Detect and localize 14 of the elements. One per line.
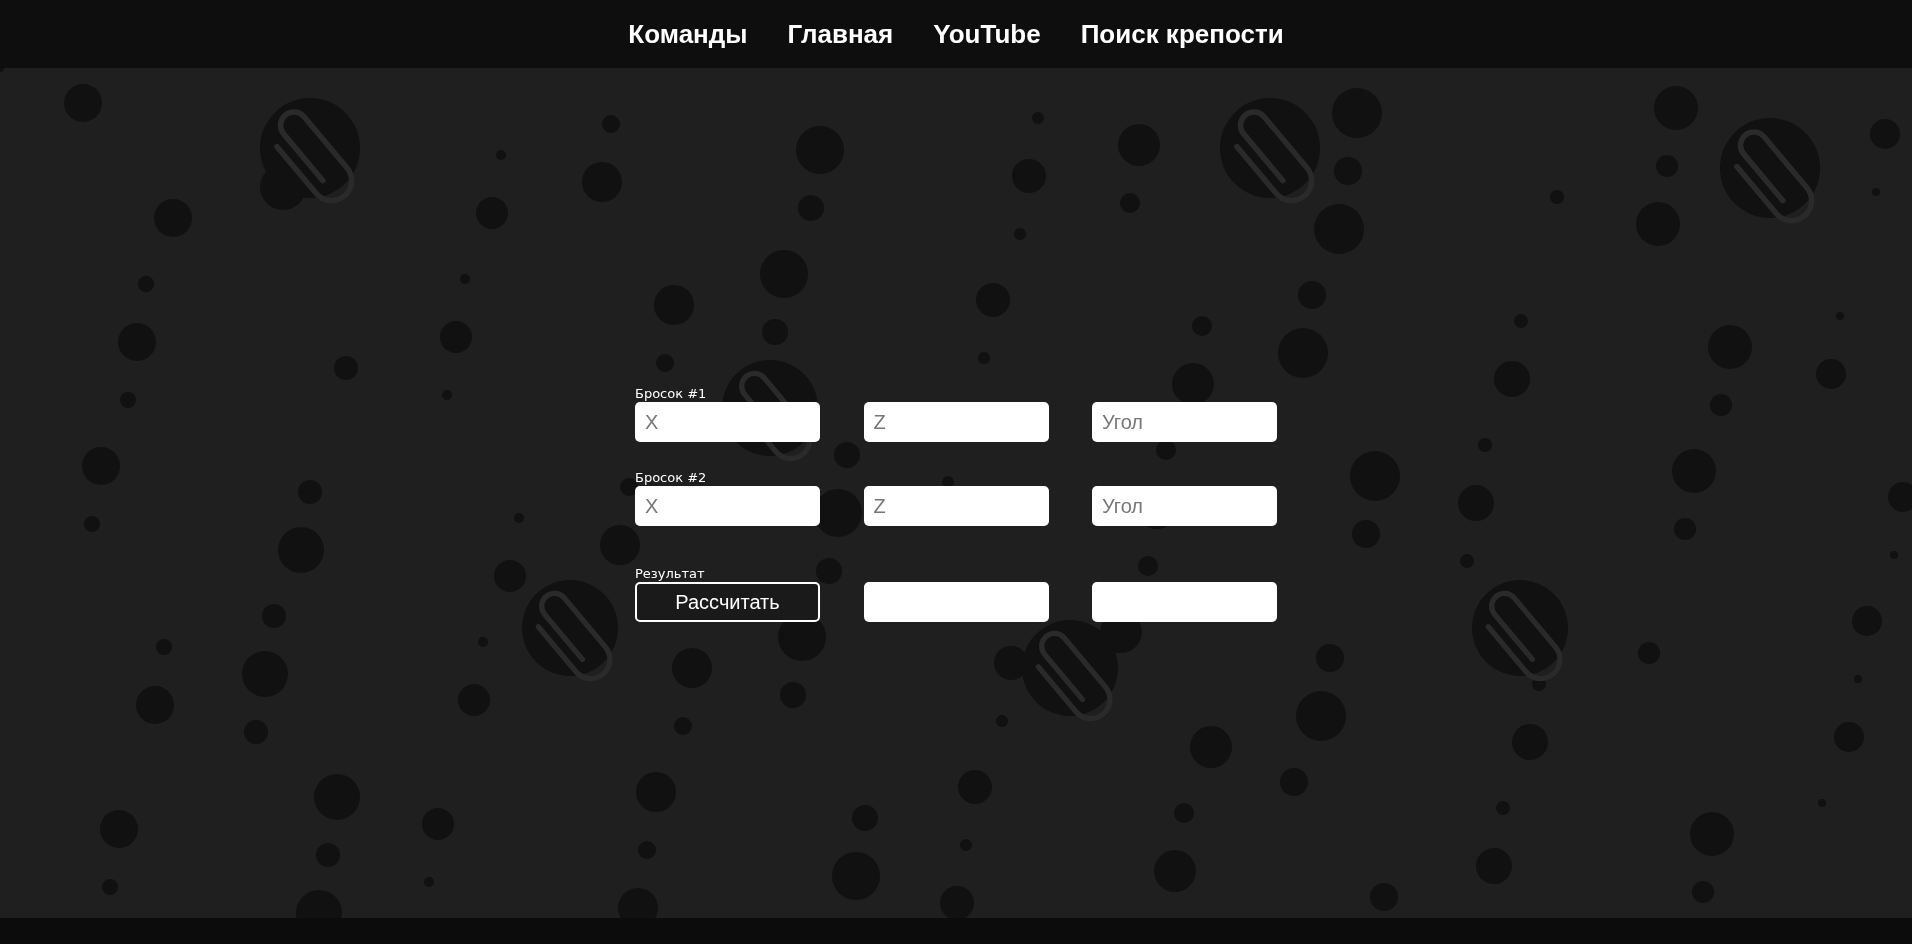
field-label: Бросок #2 <box>635 470 707 486</box>
input-field[interactable]: Z <box>863 486 1049 526</box>
field-label: Бросок #1 <box>635 386 707 402</box>
input-field[interactable]: Z <box>863 402 1049 442</box>
input-field[interactable]: Угол <box>1092 486 1277 526</box>
nav-link[interactable]: Поиск крепости <box>1080 18 1284 50</box>
field-label: Результат <box>635 566 705 582</box>
calculate-button[interactable]: Рассчитать <box>635 582 820 622</box>
input-field[interactable]: Угол <box>1092 402 1277 442</box>
nav-link[interactable]: Команды <box>628 18 748 50</box>
input-field[interactable]: X <box>635 486 820 526</box>
nav-link[interactable]: YouTube <box>933 18 1041 50</box>
nav-link[interactable]: Главная <box>787 18 894 50</box>
input-field[interactable]: X <box>635 402 820 442</box>
